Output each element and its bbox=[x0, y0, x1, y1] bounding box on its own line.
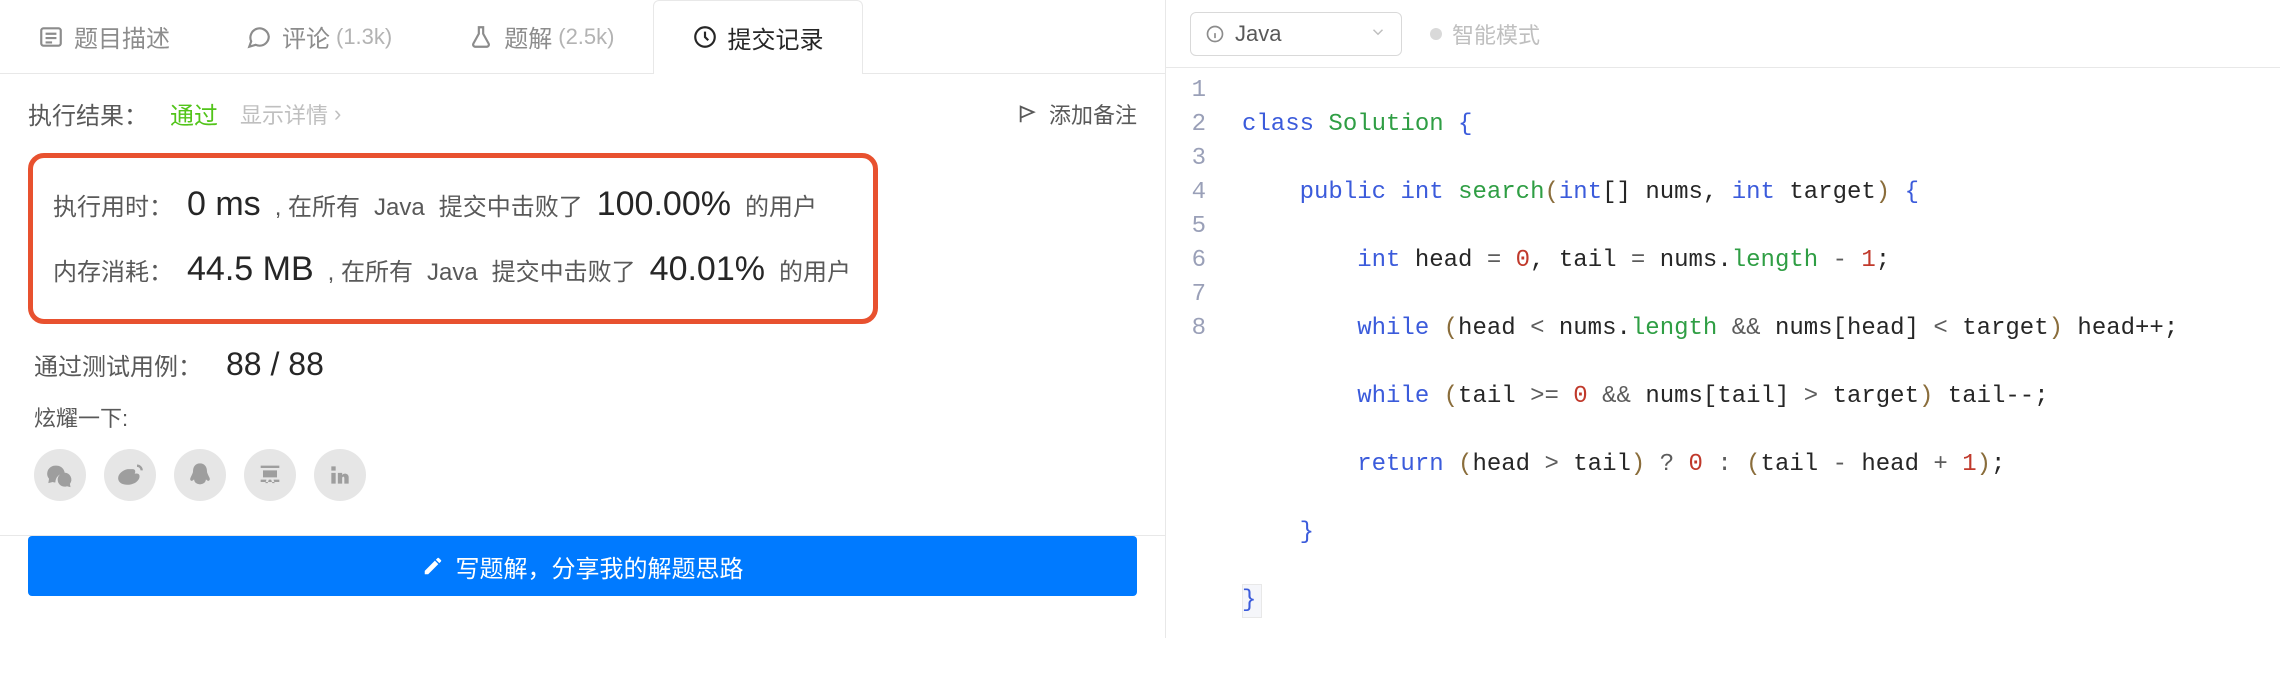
add-note-button[interactable]: 添加备注 bbox=[1017, 98, 1137, 130]
write-solution-button[interactable]: 写题解，分享我的解题思路 bbox=[28, 536, 1137, 596]
linkedin-icon[interactable] bbox=[314, 449, 366, 501]
line-gutter: 1 2 3 4 5 6 7 8 bbox=[1166, 68, 1224, 692]
chevron-right-icon: › bbox=[334, 101, 341, 127]
runtime-beat-suf: 的用户 bbox=[745, 185, 817, 231]
tab-label: 提交记录 bbox=[728, 20, 824, 55]
show-detail-link[interactable]: 显示详情 › bbox=[240, 98, 341, 130]
wechat-icon[interactable] bbox=[34, 449, 86, 501]
code-line: while (head < nums.length && nums[head] … bbox=[1242, 312, 2178, 346]
memory-beat-pre: 提交中击败了 bbox=[492, 250, 636, 296]
cta-label: 写题解，分享我的解题思路 bbox=[456, 549, 744, 584]
line-number: 1 bbox=[1166, 74, 1206, 108]
line-number: 7 bbox=[1166, 278, 1206, 312]
result-status: 通过 bbox=[170, 96, 218, 131]
runtime-value: 0 ms bbox=[187, 172, 261, 237]
tab-comments[interactable]: 评论 (1.3k) bbox=[208, 0, 430, 73]
qq-icon[interactable] bbox=[174, 449, 226, 501]
code-line: return (head > tail) ? 0 : (tail - head … bbox=[1242, 448, 2178, 482]
share-icons bbox=[34, 449, 1131, 501]
memory-pct: 40.01% bbox=[650, 237, 765, 302]
tab-submission-records[interactable]: 提交记录 bbox=[653, 0, 863, 73]
code-line: class Solution { bbox=[1242, 108, 2178, 142]
right-pane: Java 智能模式 1 2 3 4 5 6 7 8 class Solution… bbox=[1166, 0, 2280, 638]
show-detail-label: 显示详情 bbox=[240, 98, 328, 130]
memory-beat-suf: 的用户 bbox=[779, 250, 851, 296]
tab-label: 评论 bbox=[282, 19, 330, 54]
code-line: } bbox=[1242, 516, 2178, 550]
info-icon bbox=[1205, 24, 1225, 44]
line-number: 6 bbox=[1166, 244, 1206, 278]
testcases-value: 88 / 88 bbox=[226, 346, 324, 383]
clock-icon bbox=[692, 24, 718, 50]
line-number: 8 bbox=[1166, 312, 1206, 346]
left-pane: 题目描述 评论 (1.3k) 题解 (2.5k) 提交记录 执行结果： 通过 bbox=[0, 0, 1166, 638]
runtime-label: 执行用时： bbox=[53, 185, 173, 231]
share-row: 炫耀一下: bbox=[34, 401, 1131, 501]
flask-icon bbox=[468, 24, 494, 50]
tab-solutions[interactable]: 题解 (2.5k) bbox=[430, 0, 652, 73]
mode-label: 智能模式 bbox=[1452, 18, 1540, 50]
code-line: int head = 0, tail = nums.length - 1; bbox=[1242, 244, 2178, 278]
memory-sep: , 在所有 bbox=[328, 250, 413, 296]
pencil-icon bbox=[422, 555, 444, 577]
language-label: Java bbox=[1235, 21, 1281, 47]
code-line: } bbox=[1242, 584, 2178, 618]
list-icon bbox=[38, 24, 64, 50]
line-number: 2 bbox=[1166, 108, 1206, 142]
memory-row: 内存消耗： 44.5 MB , 在所有 Java 提交中击败了 40.01% 的… bbox=[53, 237, 853, 302]
stats-box: 执行用时： 0 ms , 在所有 Java 提交中击败了 100.00% 的用户… bbox=[28, 153, 878, 324]
memory-label: 内存消耗： bbox=[53, 250, 173, 296]
memory-value: 44.5 MB bbox=[187, 237, 314, 302]
line-number: 3 bbox=[1166, 142, 1206, 176]
runtime-pct: 100.00% bbox=[597, 172, 731, 237]
testcases-label: 通过测试用例： bbox=[34, 347, 202, 382]
douban-icon[interactable] bbox=[244, 449, 296, 501]
code-editor[interactable]: 1 2 3 4 5 6 7 8 class Solution { public … bbox=[1166, 68, 2280, 692]
tabs: 题目描述 评论 (1.3k) 题解 (2.5k) 提交记录 bbox=[0, 0, 1165, 74]
runtime-beat-pre: 提交中击败了 bbox=[439, 185, 583, 231]
add-note-label: 添加备注 bbox=[1049, 98, 1137, 130]
line-number: 5 bbox=[1166, 210, 1206, 244]
runtime-sep: , 在所有 bbox=[275, 185, 360, 231]
chevron-down-icon bbox=[1369, 21, 1387, 47]
flag-icon bbox=[1017, 103, 1039, 125]
editor-mode[interactable]: 智能模式 bbox=[1430, 18, 1540, 50]
tab-description[interactable]: 题目描述 bbox=[0, 0, 208, 73]
code-line: while (tail >= 0 && nums[tail] > target)… bbox=[1242, 380, 2178, 414]
tab-count: (2.5k) bbox=[558, 24, 614, 50]
tab-label: 题目描述 bbox=[74, 19, 170, 54]
testcases-row: 通过测试用例： 88 / 88 bbox=[34, 346, 1131, 383]
weibo-icon[interactable] bbox=[104, 449, 156, 501]
comment-icon bbox=[246, 24, 272, 50]
runtime-row: 执行用时： 0 ms , 在所有 Java 提交中击败了 100.00% 的用户 bbox=[53, 172, 853, 237]
code-line: public int search(int[] nums, int target… bbox=[1242, 176, 2178, 210]
line-number: 4 bbox=[1166, 176, 1206, 210]
memory-lang: Java bbox=[427, 250, 478, 296]
language-select[interactable]: Java bbox=[1190, 12, 1402, 56]
dot-icon bbox=[1430, 28, 1442, 40]
code-content[interactable]: class Solution { public int search(int[]… bbox=[1224, 68, 2178, 692]
result-label: 执行结果： bbox=[28, 96, 148, 131]
tab-count: (1.3k) bbox=[336, 24, 392, 50]
share-label: 炫耀一下: bbox=[34, 401, 1131, 433]
result-area: 执行结果： 通过 显示详情 › 添加备注 执行用时： 0 ms , 在所有 Ja… bbox=[0, 74, 1165, 536]
result-header: 执行结果： 通过 显示详情 › 添加备注 bbox=[28, 96, 1137, 131]
runtime-lang: Java bbox=[374, 185, 425, 231]
tab-label: 题解 bbox=[504, 19, 552, 54]
editor-toolbar: Java 智能模式 bbox=[1166, 0, 2280, 68]
